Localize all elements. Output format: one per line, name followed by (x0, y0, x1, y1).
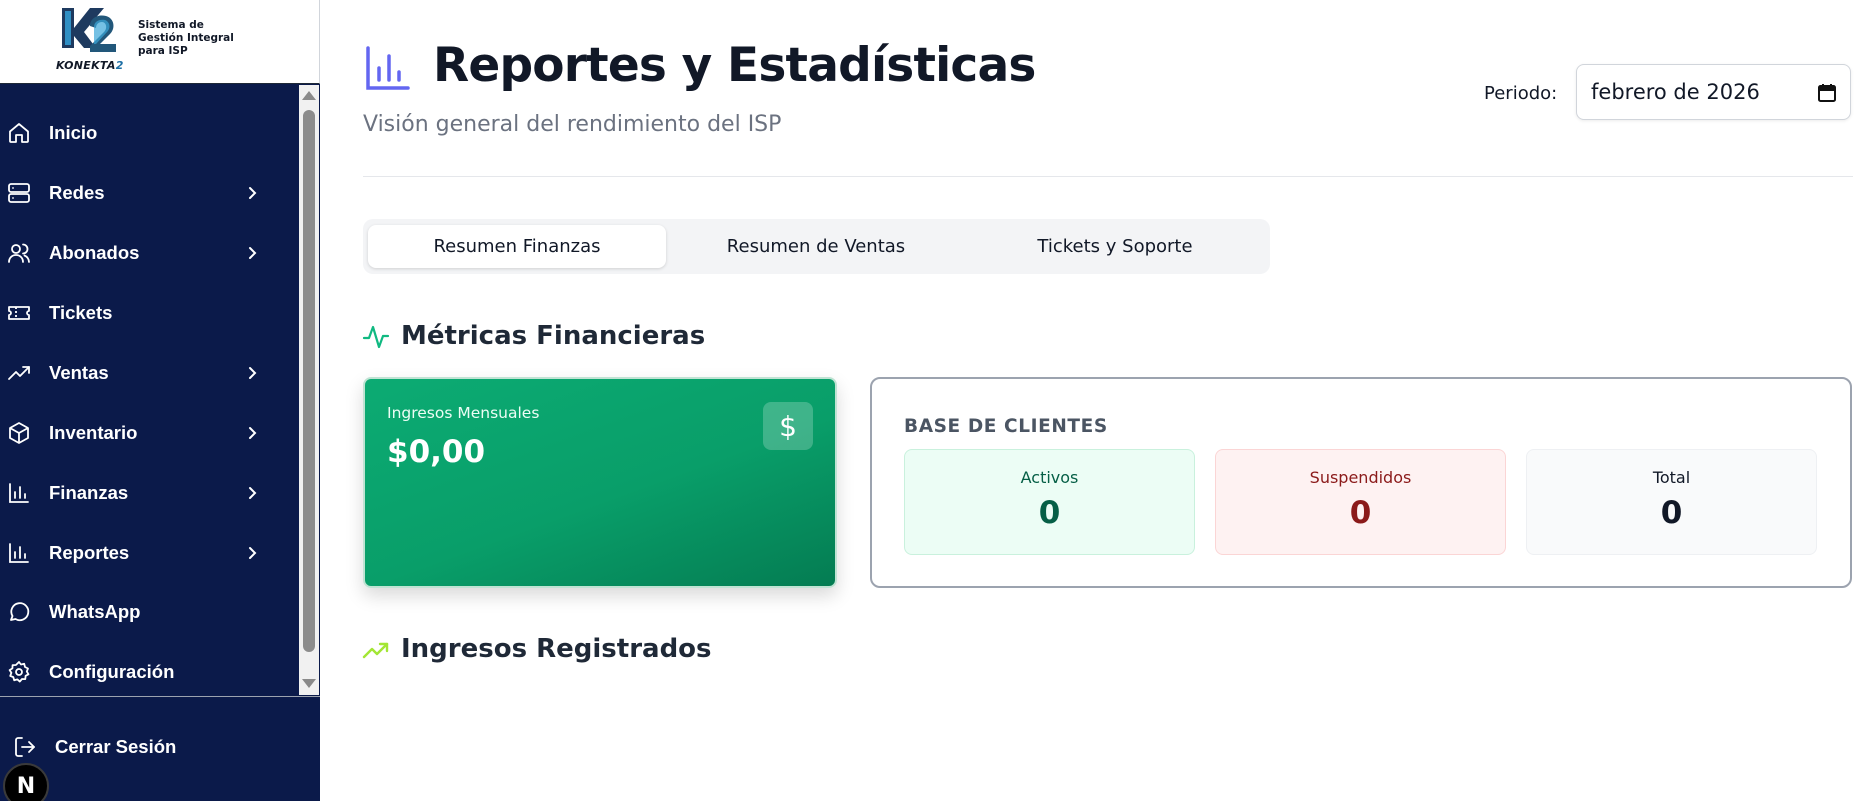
main-content: Reportes y Estadísticas Visión general d… (320, 0, 1855, 801)
sidebar-item-ventas[interactable]: Ventas (0, 348, 302, 398)
server-icon (8, 183, 30, 203)
sidebar-item-label: Redes (49, 182, 105, 203)
suspended-clients-stat: Suspendidos 0 (1215, 449, 1506, 555)
chevron-right-icon (249, 547, 257, 559)
stat-value: 0 (1660, 495, 1683, 531)
box-icon (9, 422, 29, 444)
logout-icon (15, 737, 35, 757)
sidebar-item-redes[interactable]: Redes (0, 168, 302, 218)
sidebar-item-inicio[interactable]: Inicio (0, 108, 302, 158)
client-base-card: BASE DE CLIENTES Activos 0 Suspendidos 0… (870, 377, 1852, 588)
page-subtitle: Visión general del rendimiento del ISP (363, 112, 782, 137)
konekta-logo-icon (62, 8, 116, 52)
total-clients-stat: Total 0 (1526, 449, 1817, 555)
active-clients-stat: Activos 0 (904, 449, 1195, 555)
activity-icon (362, 325, 390, 349)
sidebar-item-label: Finanzas (49, 482, 129, 503)
section-title-financial: Métricas Financieras (401, 321, 706, 351)
period-label: Periodo: (1484, 83, 1558, 104)
sidebar-item-label: Configuración (49, 661, 175, 682)
sidebar-item-label: Inicio (49, 122, 98, 143)
tab-resumen-finanzas[interactable]: Resumen Finanzas (368, 225, 666, 268)
stat-label: Total (1652, 468, 1691, 487)
sidebar-item-inventario[interactable]: Inventario (0, 408, 302, 458)
section-title-registered-income: Ingresos Registrados (401, 634, 712, 664)
trending-up-icon (362, 642, 389, 659)
sidebar-item-whatsapp[interactable]: WhatsApp (0, 587, 302, 637)
scrollbar-thumb[interactable] (303, 110, 315, 652)
sidebar-item-reportes[interactable]: Reportes (0, 528, 302, 578)
sidebar-item-abonados[interactable]: Abonados (0, 228, 302, 278)
tab-tickets-soporte[interactable]: Tickets y Soporte (966, 225, 1264, 268)
bar-chart-icon (9, 543, 29, 563)
ticket-icon (8, 306, 30, 320)
sidebar-item-finanzas[interactable]: Finanzas (0, 468, 302, 518)
income-value: $0,00 (387, 434, 486, 470)
chevron-right-icon (249, 187, 257, 199)
logout-label: Cerrar Sesión (55, 736, 177, 757)
period-month-input[interactable]: febrero de 2026 (1576, 64, 1851, 120)
bar-chart-icon (366, 46, 410, 90)
header-divider (363, 176, 1853, 177)
chevron-right-icon (249, 487, 257, 499)
calendar-icon[interactable] (1817, 83, 1837, 103)
sidebar-item-label: Abonados (49, 242, 140, 263)
stat-label: Suspendidos (1309, 468, 1412, 487)
client-base-heading: BASE DE CLIENTES (904, 416, 1108, 437)
stat-label: Activos (1020, 468, 1079, 487)
logout-button[interactable]: Cerrar Sesión (0, 727, 320, 767)
sidebar-item-label: WhatsApp (49, 601, 141, 622)
scroll-down-arrow-icon[interactable] (302, 679, 316, 688)
income-label: Ingresos Mensuales (387, 404, 540, 422)
sidebar-divider (0, 696, 320, 697)
chevron-right-icon (249, 247, 257, 259)
dev-tools-badge[interactable]: N (3, 763, 49, 801)
gear-icon (8, 661, 30, 683)
chevron-right-icon (249, 367, 257, 379)
home-icon (9, 123, 29, 143)
logo-tagline: Sistema de Gestión Integral para ISP (138, 19, 234, 57)
sidebar-item-tickets[interactable]: Tickets (0, 288, 302, 338)
users-icon (8, 243, 30, 263)
trending-up-icon (8, 366, 30, 380)
page-title: Reportes y Estadísticas (433, 38, 1036, 93)
chevron-right-icon (249, 427, 257, 439)
dollar-icon: $ (763, 402, 813, 450)
stat-value: 0 (1349, 495, 1372, 531)
chat-bubble-icon (10, 602, 30, 622)
sidebar-item-label: Inventario (49, 422, 138, 443)
brand-logo[interactable]: KONEKTA2 Sistema de Gestión Integral par… (0, 0, 320, 84)
report-tabs: Resumen Finanzas Resumen de Ventas Ticke… (363, 219, 1270, 274)
sidebar-item-configuracion[interactable]: Configuración (0, 647, 302, 697)
sidebar-item-label: Tickets (49, 302, 113, 323)
tab-resumen-ventas[interactable]: Resumen de Ventas (667, 225, 965, 268)
sidebar-item-label: Ventas (49, 362, 109, 383)
scroll-up-arrow-icon[interactable] (302, 91, 316, 100)
bar-chart-icon (9, 483, 29, 503)
sidebar: KONEKTA2 Sistema de Gestión Integral par… (0, 0, 320, 801)
sidebar-nav: Inicio Redes Abonados Tickets Ventas Inv… (0, 84, 302, 696)
stat-value: 0 (1038, 495, 1061, 531)
sidebar-item-label: Reportes (49, 542, 130, 563)
logo-wordmark: KONEKTA2 (56, 59, 124, 72)
monthly-income-card: Ingresos Mensuales $0,00 $ (363, 377, 837, 588)
period-value: febrero de 2026 (1591, 80, 1760, 104)
